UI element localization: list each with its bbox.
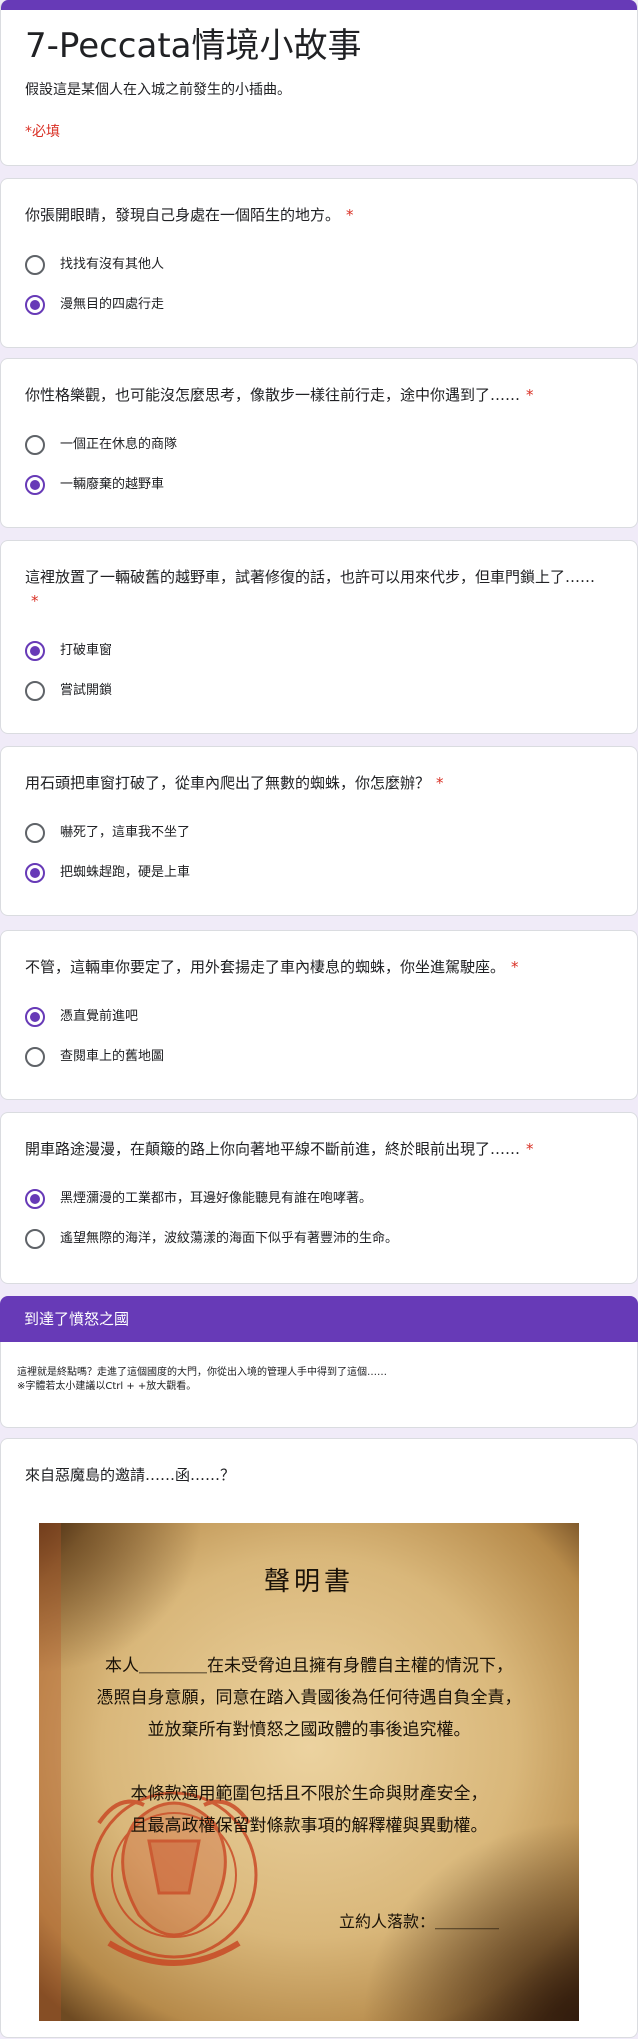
image-item-title: 來自惡魔島的邀請……函……？	[25, 1466, 236, 1484]
radio-option-label: 嘗試開鎖	[60, 683, 113, 698]
radio-option-label: 遙望無際的海洋，波紋蕩漾的海面下似乎有著豐沛的生命。	[60, 1231, 399, 1246]
radio-button[interactable]	[25, 681, 45, 701]
question-title: 你張開眼睛，發現自己身處在一個陌生的地方。 *	[25, 203, 613, 227]
radio-option[interactable]: 把蜘蛛趕跑，硬是上車	[25, 853, 613, 893]
form-description: 假設這是某個人在入城之前發生的小插曲。	[25, 82, 291, 98]
radio-option[interactable]: 黑煙瀰漫的工業都市，耳邊好像能聽見有誰在咆哮著。	[25, 1179, 613, 1219]
question-card-5: 不管，這輛車你要定了，用外套揚走了車內棲息的蜘蛛，你坐進駕駛座。 * 憑直覺前進吧…	[0, 930, 638, 1100]
form-title: 7-Peccata情境小故事	[25, 26, 362, 66]
required-star: *	[526, 386, 534, 404]
question-text: 不管，這輛車你要定了，用外套揚走了車內棲息的蜘蛛，你坐進駕駛座。	[25, 958, 506, 976]
document-line: 且最高政權保留對條款事項的解釋權與異動權。	[130, 1816, 488, 1836]
radio-option[interactable]: 一個正在休息的商隊	[25, 425, 613, 465]
question-title: 這裡放置了一輛破舊的越野車，試著修復的話，也許可以用來代步，但車門鎖上了…… *	[25, 565, 613, 613]
question-title: 不管，這輛車你要定了，用外套揚走了車內棲息的蜘蛛，你坐進駕駛座。 *	[25, 955, 613, 979]
radio-button-selected[interactable]	[25, 1007, 45, 1027]
question-card-6: 開車路途漫漫，在顛簸的路上你向著地平線不斷前進，終於眼前出現了…… * 黑煙瀰漫的…	[0, 1112, 638, 1284]
radio-option[interactable]: 打破車窗	[25, 631, 613, 671]
required-star: *	[31, 592, 39, 610]
radio-option-label: 查閱車上的舊地圖	[60, 1049, 165, 1064]
radio-group: 憑直覺前進吧 查閱車上的舊地圖	[25, 997, 613, 1077]
section-title: 到達了憤怒之國	[24, 1310, 130, 1328]
radio-group: 打破車窗 嘗試開鎖	[25, 631, 613, 711]
radio-option[interactable]: 遙望無際的海洋，波紋蕩漾的海面下似乎有著豐沛的生命。	[25, 1219, 613, 1259]
radio-option-label: 一輛廢棄的越野車	[60, 477, 165, 492]
question-title: 你性格樂觀，也可能沒怎麼思考，像散步一樣往前行走，途中你遇到了…… *	[25, 383, 613, 407]
radio-option-label: 嚇死了，這車我不坐了	[60, 825, 191, 840]
required-star: *	[436, 774, 444, 792]
radio-group: 找找有沒有其他人 漫無目的四處行走	[25, 245, 613, 325]
document-line: 本條款適用範圍包括且不限於生命與財產安全，	[130, 1784, 488, 1804]
question-card-1: 你張開眼睛，發現自己身處在一個陌生的地方。 * 找找有沒有其他人 漫無目的四處行走	[0, 178, 638, 348]
question-text: 你張開眼睛，發現自己身處在一個陌生的地方。	[25, 206, 341, 224]
radio-option-label: 打破車窗	[60, 643, 113, 658]
radio-button-selected[interactable]	[25, 475, 45, 495]
radio-option[interactable]: 嚇死了，這車我不坐了	[25, 813, 613, 853]
radio-option[interactable]: 找找有沒有其他人	[25, 245, 613, 285]
declaration-document-image: 聲明書 本人＿＿＿＿在未受脅迫且擁有身體自主權的情況下， 憑照自身意願，同意在踏…	[39, 1523, 579, 2021]
question-text: 這裡放置了一輛破舊的越野車，試著修復的話，也許可以用來代步，但車門鎖上了……	[25, 568, 596, 586]
section-header: 到達了憤怒之國	[0, 1296, 638, 1342]
radio-group: 黑煙瀰漫的工業都市，耳邊好像能聽見有誰在咆哮著。 遙望無際的海洋，波紋蕩漾的海面…	[25, 1179, 613, 1259]
required-star: *	[346, 206, 354, 224]
radio-option[interactable]: 憑直覺前進吧	[25, 997, 613, 1037]
radio-button[interactable]	[25, 823, 45, 843]
radio-option[interactable]: 嘗試開鎖	[25, 671, 613, 711]
radio-button-selected[interactable]	[25, 863, 45, 883]
radio-button-selected[interactable]	[25, 295, 45, 315]
radio-option[interactable]: 漫無目的四處行走	[25, 285, 613, 325]
radio-button[interactable]	[25, 435, 45, 455]
radio-option-label: 找找有沒有其他人	[60, 257, 165, 272]
document-signature: 立約人落款：＿＿＿＿	[339, 1912, 500, 1931]
required-note: *必填	[25, 124, 60, 140]
radio-button[interactable]	[25, 255, 45, 275]
required-star: *	[526, 1140, 534, 1158]
radio-option[interactable]: 查閱車上的舊地圖	[25, 1037, 613, 1077]
image-item-card: 來自惡魔島的邀請……函……？ 聲明書 本人＿＿＿＿在未受脅迫且擁有身體自主權的情…	[0, 1438, 638, 2038]
question-title: 開車路途漫漫，在顛簸的路上你向著地平線不斷前進，終於眼前出現了…… *	[25, 1137, 613, 1161]
required-star: *	[511, 958, 519, 976]
radio-group: 嚇死了，這車我不坐了 把蜘蛛趕跑，硬是上車	[25, 813, 613, 893]
radio-option-label: 一個正在休息的商隊	[60, 437, 178, 452]
radio-option-label: 憑直覺前進吧	[60, 1009, 139, 1024]
radio-option[interactable]: 一輛廢棄的越野車	[25, 465, 613, 505]
question-text: 開車路途漫漫，在顛簸的路上你向著地平線不斷前進，終於眼前出現了……	[25, 1140, 521, 1158]
section-description-note: ※字體若太小建議以Ctrl + +放大觀看。	[17, 1381, 197, 1392]
radio-option-label: 黑煙瀰漫的工業都市，耳邊好像能聽見有誰在咆哮著。	[60, 1191, 373, 1206]
question-text: 你性格樂觀，也可能沒怎麼思考，像散步一樣往前行走，途中你遇到了……	[25, 386, 521, 404]
section-description-card: 這裡就是終點嗎？走進了這個國度的大門，你從出入境的管理人手中得到了這個…… ※字…	[0, 1342, 638, 1428]
radio-group: 一個正在休息的商隊 一輛廢棄的越野車	[25, 425, 613, 505]
form-accent-bar	[1, 0, 637, 10]
section-description-line: 這裡就是終點嗎？走進了這個國度的大門，你從出入境的管理人手中得到了這個……	[17, 1367, 387, 1378]
form-title-card: 7-Peccata情境小故事 假設這是某個人在入城之前發生的小插曲。 *必填	[0, 0, 638, 166]
document-line: 憑照自身意願，同意在踏入貴國後為任何待遇自負全責，	[96, 1688, 522, 1708]
question-text: 用石頭把車窗打破了，從車內爬出了無數的蜘蛛，你怎麼辦？	[25, 774, 431, 792]
document-line: 並放棄所有對憤怒之國政體的事後追究權。	[147, 1720, 471, 1740]
document-heading: 聲明書	[263, 1567, 354, 1597]
question-card-2: 你性格樂觀，也可能沒怎麼思考，像散步一樣往前行走，途中你遇到了…… * 一個正在休…	[0, 358, 638, 528]
radio-button-selected[interactable]	[25, 641, 45, 661]
radio-button[interactable]	[25, 1047, 45, 1067]
question-card-4: 用石頭把車窗打破了，從車內爬出了無數的蜘蛛，你怎麼辦？ * 嚇死了，這車我不坐了 …	[0, 746, 638, 916]
radio-button[interactable]	[25, 1229, 45, 1249]
question-card-3: 這裡放置了一輛破舊的越野車，試著修復的話，也許可以用來代步，但車門鎖上了……* …	[0, 540, 638, 734]
document-line: 本人＿＿＿＿在未受脅迫且擁有身體自主權的情況下，	[105, 1656, 513, 1676]
radio-option-label: 把蜘蛛趕跑，硬是上車	[60, 865, 191, 880]
radio-button-selected[interactable]	[25, 1189, 45, 1209]
radio-option-label: 漫無目的四處行走	[60, 297, 165, 312]
question-title: 用石頭把車窗打破了，從車內爬出了無數的蜘蛛，你怎麼辦？ *	[25, 771, 613, 795]
